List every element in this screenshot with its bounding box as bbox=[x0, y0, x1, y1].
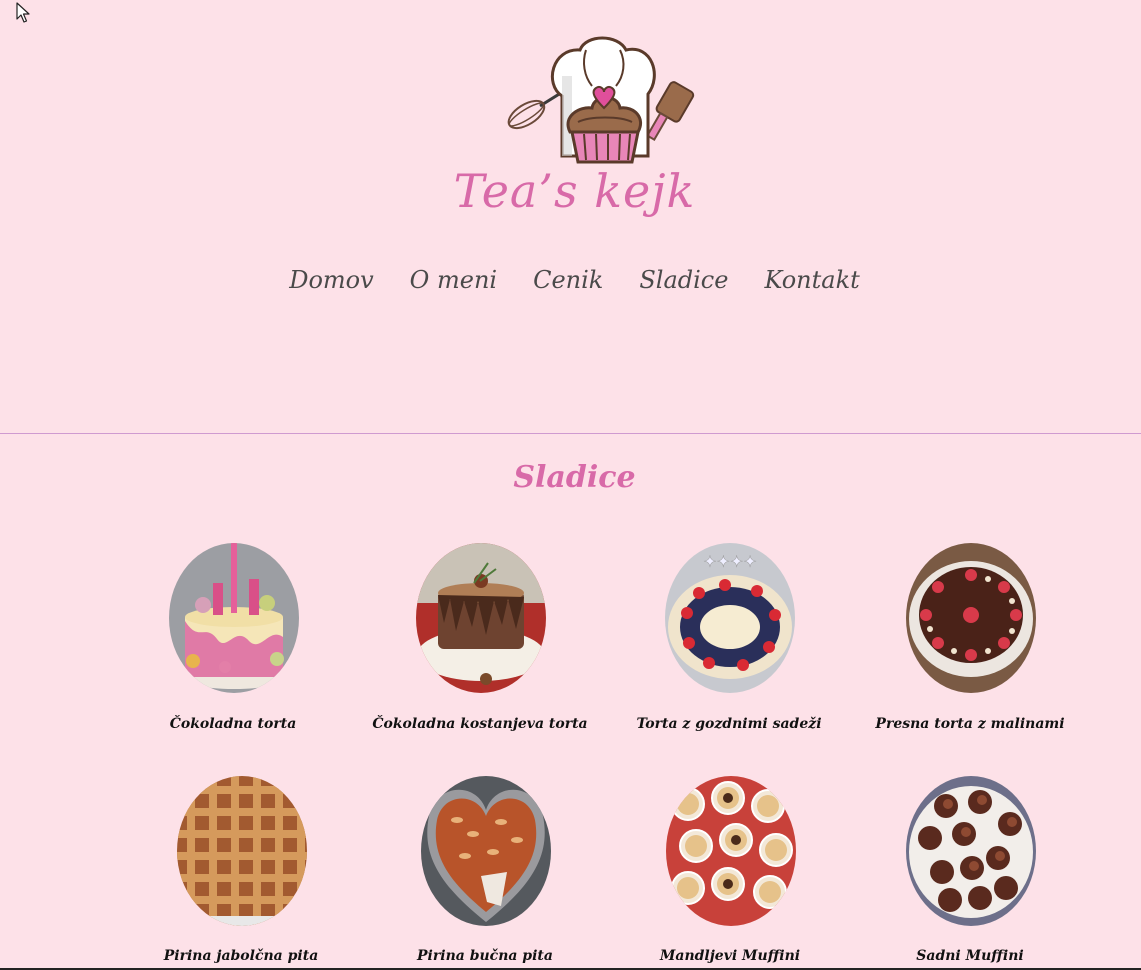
dessert-photo-chestnut-cake[interactable] bbox=[416, 543, 546, 693]
header-divider bbox=[0, 433, 1141, 434]
dessert-name[interactable]: Torta z gozdnimi sadeži bbox=[609, 716, 849, 732]
chef-cupcake-logo-icon[interactable] bbox=[500, 36, 702, 168]
nav-link-kontakt[interactable]: Kontakt bbox=[764, 266, 859, 294]
pink-cake-image bbox=[169, 543, 299, 693]
dessert-name[interactable]: Mandljevi Muffini bbox=[610, 948, 850, 964]
nav-link-domov[interactable]: Domov bbox=[289, 266, 373, 294]
heart-pie-image bbox=[421, 776, 551, 926]
site-title[interactable]: Tea’s kejk bbox=[4, 164, 1141, 218]
section-title: Sladice bbox=[513, 460, 636, 495]
dessert-photo-fruit-muffins[interactable] bbox=[906, 776, 1036, 926]
nav-link-sladice[interactable]: Sladice bbox=[639, 266, 728, 294]
fruit-muffins-image bbox=[906, 776, 1036, 926]
dessert-name[interactable]: Čokoladna torta bbox=[113, 716, 353, 732]
dessert-photo-berry-cake[interactable]: ✦✦✦✦ bbox=[665, 543, 795, 693]
raspberry-tart-image bbox=[906, 543, 1036, 693]
dessert-name[interactable]: Presna torta z malinami bbox=[850, 716, 1090, 732]
lattice-pie-image bbox=[177, 776, 307, 926]
dessert-name[interactable]: Sadni Muffini bbox=[850, 948, 1090, 964]
svg-text:✦✦✦✦: ✦✦✦✦ bbox=[703, 552, 757, 571]
dessert-photo-raspberry-tart[interactable] bbox=[906, 543, 1036, 693]
dessert-photo-almond-muffins[interactable] bbox=[666, 776, 796, 926]
nav-link-o-meni[interactable]: O meni bbox=[410, 266, 497, 294]
nav-link-cenik[interactable]: Cenik bbox=[533, 266, 603, 294]
dessert-name[interactable]: Pirina bučna pita bbox=[365, 948, 605, 964]
dessert-photo-heart-pie[interactable] bbox=[421, 776, 551, 926]
almond-muffins-image bbox=[666, 776, 796, 926]
chestnut-cake-image bbox=[416, 543, 546, 693]
site-header: Tea’s kejk Domov O meni Cenik Sladice Ko… bbox=[0, 0, 1141, 434]
dessert-name[interactable]: Pirina jabolčna pita bbox=[121, 948, 361, 964]
dessert-photo-lattice-pie[interactable] bbox=[177, 776, 307, 926]
main-navigation: Domov O meni Cenik Sladice Kontakt bbox=[4, 266, 1141, 294]
dessert-name[interactable]: Čokoladna kostanjeva torta bbox=[360, 716, 600, 732]
berry-cake-image: ✦✦✦✦ bbox=[665, 543, 795, 693]
dessert-photo-pink-cake[interactable] bbox=[169, 543, 299, 693]
